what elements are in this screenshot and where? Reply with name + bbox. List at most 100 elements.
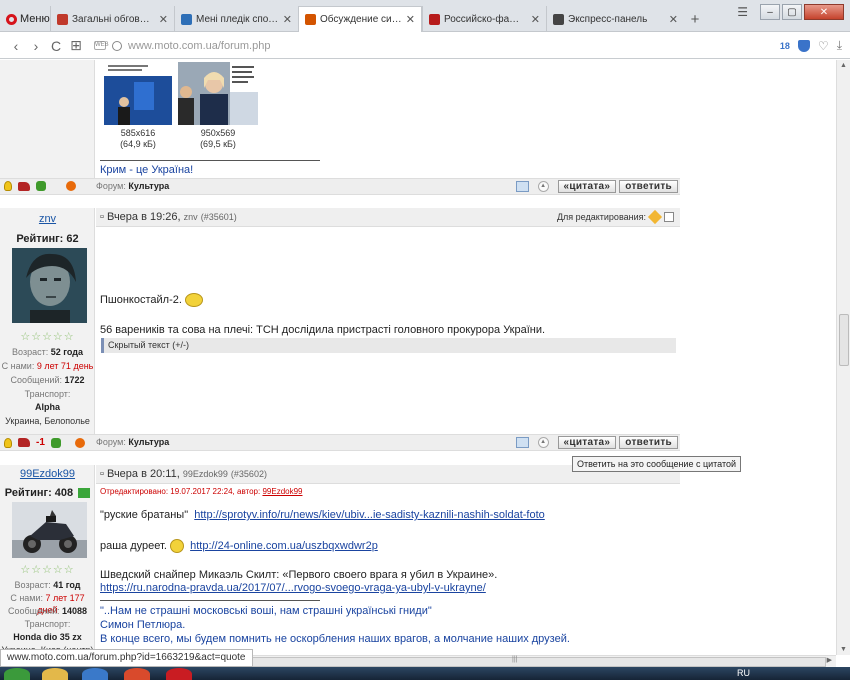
pencil-icon[interactable] — [647, 209, 663, 225]
tab-2[interactable]: Мені пледік сподобався ✕ — [174, 6, 298, 32]
user-location: Украина, Белополье — [5, 416, 90, 426]
quote-image-icon[interactable] — [515, 181, 529, 192]
back-button[interactable]: ‹ — [6, 38, 26, 54]
lightbulb-icon[interactable] — [4, 437, 12, 448]
opera-taskbar-icon[interactable] — [166, 668, 192, 680]
post-actions-left: -1 — [4, 437, 85, 448]
tab-title: Российско-фашистская о — [444, 13, 527, 25]
url-text[interactable]: www.moto.com.ua/forum.php — [128, 40, 270, 52]
thumbs-up-icon[interactable] — [50, 437, 61, 448]
download-icon[interactable]: ⤓ — [837, 38, 842, 53]
select-checkbox[interactable] — [664, 212, 674, 222]
horizontal-scrollbar[interactable]: ||| ▶ — [220, 655, 836, 667]
post-author-username[interactable]: 99Ezdok99 — [0, 468, 95, 480]
avatar[interactable] — [12, 248, 87, 323]
forward-button[interactable]: › — [26, 38, 46, 54]
close-icon[interactable]: ✕ — [283, 13, 292, 26]
stat-value: 41 год — [53, 580, 81, 590]
menu-label: Меню — [20, 13, 50, 25]
rating-text: Рейтинг: 408 — [4, 487, 74, 499]
quote-button[interactable]: «цитата» — [557, 436, 617, 449]
tab-menu-icon[interactable]: ☰ — [737, 5, 748, 19]
tab-3-active[interactable]: Обсуждение ситуации в ✕ — [298, 6, 422, 32]
bookmark-heart-icon[interactable]: ♡ — [818, 39, 829, 53]
avatar-image — [12, 248, 87, 323]
post-author-username[interactable]: znv — [0, 213, 95, 225]
minimize-button[interactable]: – — [760, 4, 780, 20]
quote-button[interactable]: «цитата» — [557, 180, 617, 193]
forum-label: Форум: Культура — [96, 437, 169, 447]
reply-button[interactable]: ответить — [619, 436, 678, 449]
stat-value: 1722 — [64, 375, 85, 385]
scroll-down-icon[interactable]: ▼ — [840, 646, 847, 653]
ie-taskbar-icon[interactable] — [82, 668, 108, 680]
close-icon[interactable]: ✕ — [531, 13, 540, 26]
scroll-top-icon[interactable]: ▲ — [537, 181, 549, 192]
close-icon[interactable]: ✕ — [669, 13, 678, 26]
thumbs-up-icon[interactable] — [36, 181, 46, 191]
post-2-line-2: 56 вареників та сова на плечі: ТСН дослі… — [100, 324, 546, 336]
site-info-icon[interactable]: WEB — [94, 41, 109, 50]
avatar[interactable] — [12, 502, 87, 558]
attachment-thumbnail-2[interactable] — [178, 62, 258, 125]
close-window-button[interactable]: ✕ — [804, 4, 844, 20]
ban-hammer-icon[interactable] — [18, 181, 30, 191]
post-id[interactable]: (#35602) — [231, 469, 267, 479]
attachment-thumbnail-1[interactable] — [104, 62, 172, 125]
quote-image-icon[interactable] — [515, 437, 529, 448]
post-icon: ▫ — [100, 211, 104, 223]
scrollbar-thumb[interactable] — [839, 314, 849, 366]
signature-quote-2: Симон Петлюра. — [100, 619, 186, 631]
reload-button[interactable]: C — [46, 38, 66, 54]
post-id[interactable]: (#35601) — [201, 212, 237, 222]
url-field[interactable]: WEB www.moto.com.ua/forum.php — [94, 40, 270, 52]
image-dimensions: 950x569 — [200, 128, 236, 138]
post-link[interactable]: https://ru.narodna-pravda.ua/2017/07/...… — [100, 582, 486, 594]
speed-dial-icon[interactable]: ⊞ — [66, 37, 86, 54]
ban-hammer-icon[interactable] — [18, 438, 30, 447]
vertical-scrollbar[interactable]: ▲ ▼ — [836, 60, 850, 655]
stat-value: 52 года — [50, 347, 83, 357]
spoiler-toggle[interactable]: Скрытый текст (+/-) — [101, 338, 676, 353]
tab-4[interactable]: Российско-фашистская о ✕ — [422, 6, 546, 32]
signature-quote-3: В конце всего, мы будем помнить не оскор… — [100, 633, 570, 645]
edited-author-link[interactable]: 99Ezdok99 — [262, 487, 302, 496]
scroll-right-icon[interactable]: ▶ — [827, 656, 832, 664]
post-actions-right: ▲ «цитата» ответить — [515, 180, 678, 193]
rating-plus-icon[interactable] — [78, 488, 91, 499]
post-author[interactable]: 99Ezdok99 — [183, 469, 228, 479]
h-scrollbar-thumb[interactable] — [226, 657, 826, 667]
post-link[interactable]: http://sprotyv.info/ru/news/kiev/ubiv...… — [194, 509, 545, 521]
explorer-taskbar-icon[interactable] — [42, 668, 68, 680]
lightbulb-icon[interactable] — [4, 181, 12, 191]
maximize-button[interactable]: ▢ — [782, 4, 802, 20]
opera-logo-icon — [6, 13, 17, 25]
post-3-line-3: Шведский снайпер Микаэль Скилт: «Первого… — [100, 569, 498, 581]
grid-icon — [553, 13, 564, 25]
reply-button[interactable]: ответить — [619, 180, 678, 193]
stat-label: Сообщений: — [7, 606, 60, 616]
report-icon[interactable] — [74, 437, 85, 448]
adblock-shield-icon[interactable] — [797, 39, 810, 52]
tab-5-speed-dial[interactable]: Экспресс-панель ✕ — [546, 6, 684, 32]
stat-value: 9 лет 71 день — [36, 361, 94, 371]
report-icon[interactable] — [66, 181, 76, 191]
user-stars: ☆☆☆☆☆ — [20, 331, 75, 343]
close-icon[interactable]: ✕ — [406, 13, 415, 26]
start-button-icon[interactable] — [4, 668, 30, 680]
opera-menu-button[interactable]: Меню — [0, 6, 50, 32]
new-tab-button[interactable]: + — [684, 6, 706, 32]
tray-language[interactable]: RU — [737, 668, 750, 678]
scroll-top-icon[interactable]: ▲ — [537, 437, 549, 448]
scroll-up-icon[interactable]: ▲ — [840, 62, 847, 69]
close-icon[interactable]: ✕ — [159, 13, 168, 26]
post-author[interactable]: znv — [184, 212, 198, 222]
chrome-taskbar-icon[interactable] — [124, 668, 150, 680]
user-messages: Сообщений: 1722 — [0, 374, 95, 386]
tab-title: Мені пледік сподобався — [196, 13, 279, 25]
post-link[interactable]: http://24-online.com.ua/uszbqxwdwr2p — [190, 540, 378, 552]
post-meta: ▫ Вчера в 20:11, 99Ezdok99 (#35602) — [100, 468, 267, 480]
post-2-header: ▫ Вчера в 19:26, znv (#35601) Для редакт… — [96, 208, 680, 227]
tab-1[interactable]: Загальні обговорення - ✕ — [50, 6, 174, 32]
smiley-icon — [169, 539, 184, 553]
